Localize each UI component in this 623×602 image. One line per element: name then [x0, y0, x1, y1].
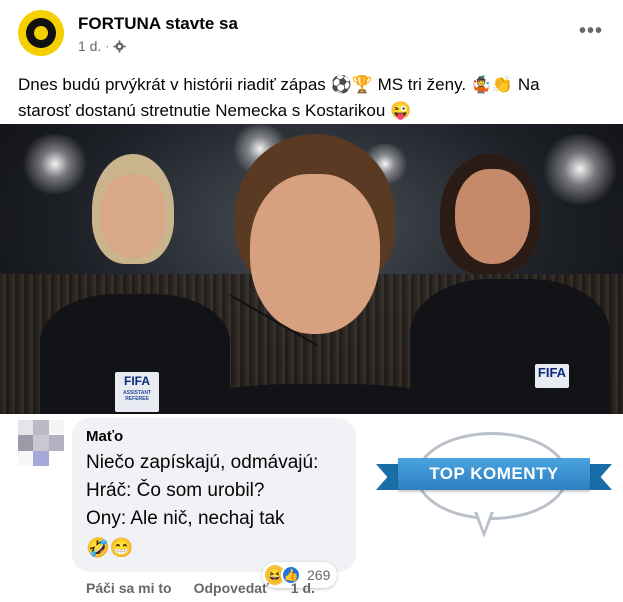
- post-text-line: starosť dostanú stretnutie Nemecka s Kos…: [18, 101, 412, 120]
- more-options-icon[interactable]: •••: [579, 20, 603, 43]
- sticker-label: TOP KOMENTY: [398, 458, 590, 490]
- fortuna-logo-icon: [26, 18, 56, 48]
- comment-actions: Páči sa mi to Odpovedať 1 d.: [86, 580, 315, 596]
- post-text-line: Dnes budú prvýkrát v histórii riadiť záp…: [18, 75, 540, 94]
- fifa-badge: FIFA: [535, 364, 569, 388]
- post-photo[interactable]: FIFA ASSISTANT REFEREE FIFA: [0, 124, 623, 414]
- comment-time-link[interactable]: 1 d.: [291, 580, 315, 596]
- comment-emoji: 🤣😁: [86, 538, 134, 559]
- post-time-link[interactable]: 1 d.: [78, 38, 101, 54]
- sticker-ribbon: TOP KOMENTY: [376, 458, 612, 494]
- referee-right: FIFA: [410, 149, 610, 414]
- page-name-link[interactable]: FORTUNA stavte sa: [78, 14, 238, 34]
- referee-left: FIFA ASSISTANT REFEREE: [40, 144, 230, 414]
- commenter-avatar[interactable]: [18, 420, 64, 466]
- gear-icon: [113, 39, 126, 53]
- like-comment-button[interactable]: Páči sa mi to: [86, 580, 172, 596]
- fifa-badge: FIFA ASSISTANT REFEREE: [115, 372, 159, 412]
- comment-bubble: Maťo Niečo zapískajú, odmávajú: Hráč: Čo…: [72, 418, 356, 572]
- page-avatar[interactable]: [18, 10, 64, 56]
- post-text: Dnes budú prvýkrát v histórii riadiť záp…: [18, 72, 613, 124]
- referee-center: [200, 134, 440, 414]
- comment-text-line: Ony: Ale nič, nechaj tak: [86, 508, 285, 529]
- top-komenty-sticker: TOP KOMENTY: [376, 432, 612, 542]
- comment-author-link[interactable]: Maťo: [86, 428, 342, 445]
- post-meta: 1 d. ·: [78, 38, 126, 54]
- post-header: FORTUNA stavte sa 1 d. · •••: [18, 10, 613, 60]
- reply-comment-button[interactable]: Odpovedať: [194, 580, 269, 596]
- comment-text-line: Hráč: Čo som urobil?: [86, 480, 265, 501]
- comment-text-line: Niečo zapískajú, odmávajú:: [86, 452, 319, 473]
